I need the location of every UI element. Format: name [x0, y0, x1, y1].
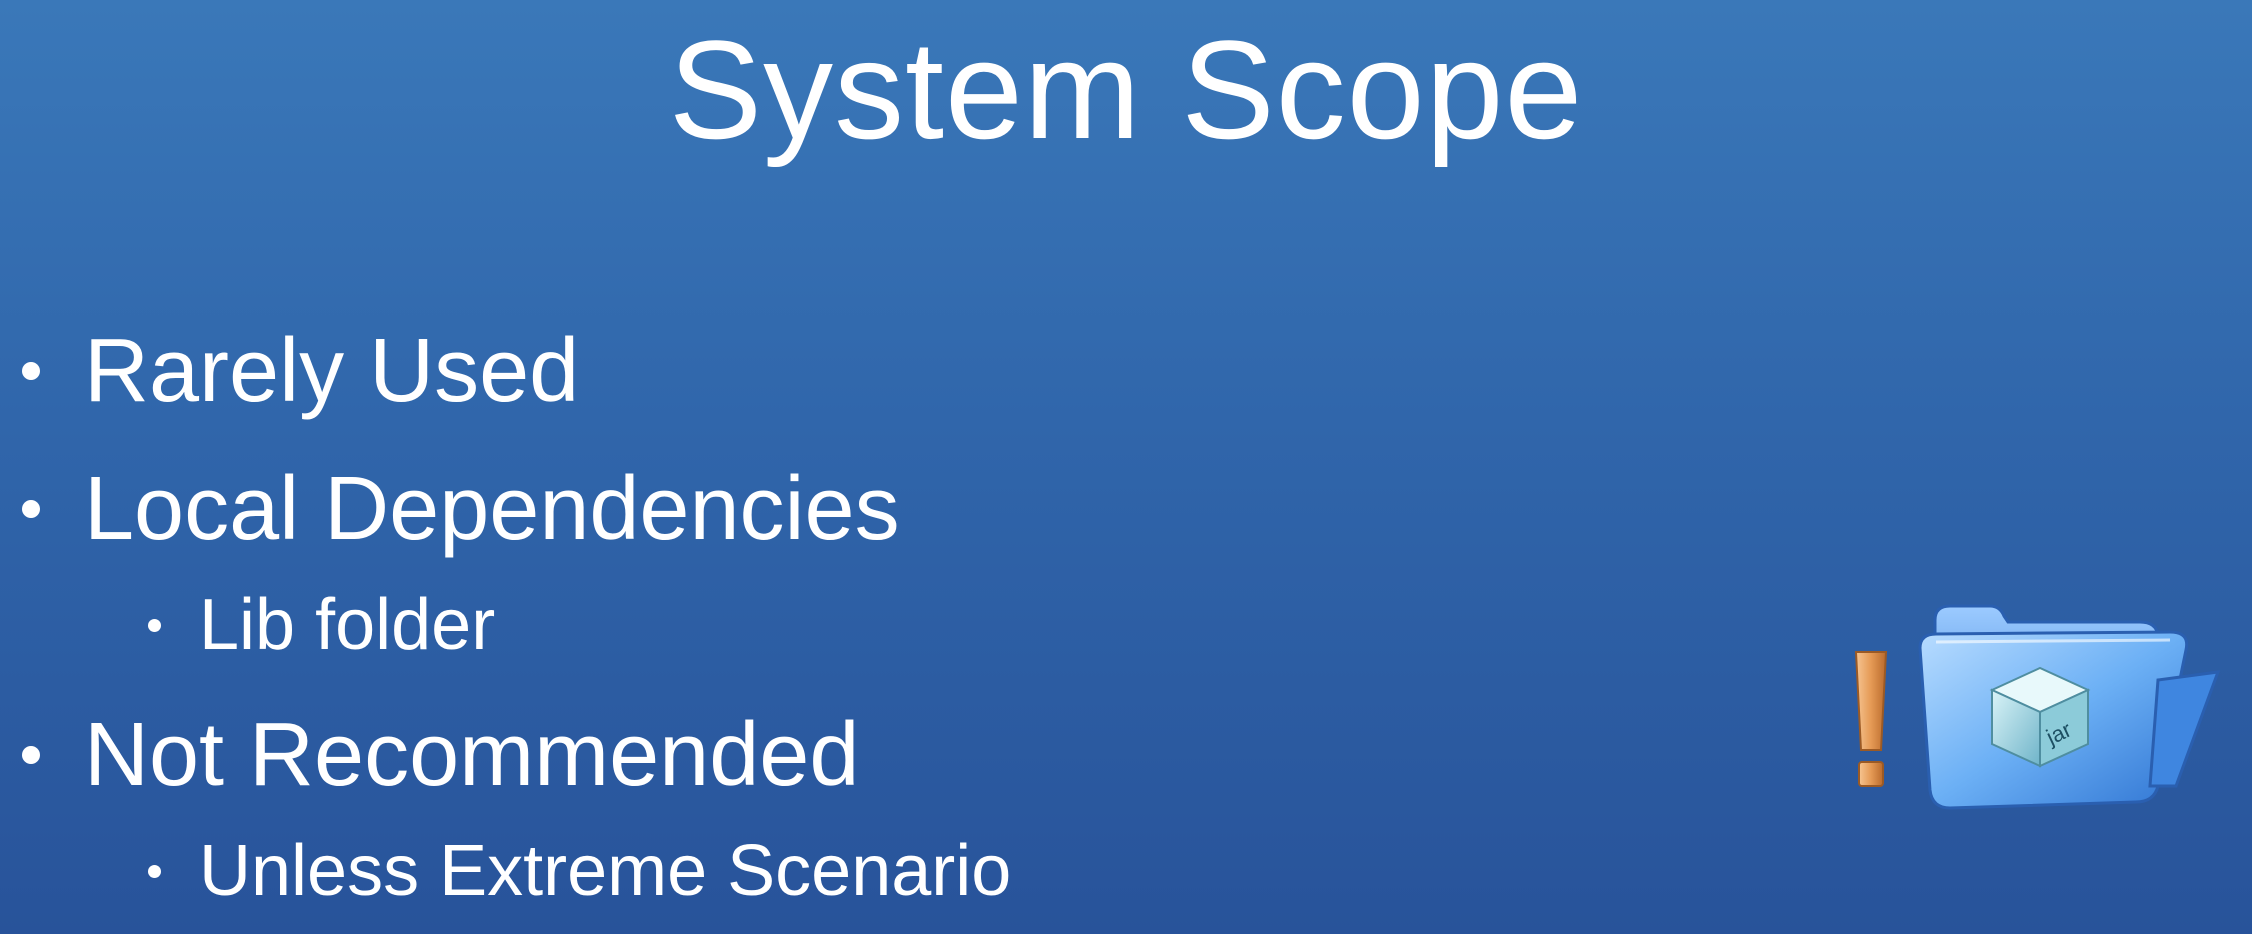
- bullet-dot-icon: [22, 500, 40, 518]
- sub-bullet-text: Unless Extreme Scenario: [199, 831, 1012, 911]
- exclamation-icon: [1854, 651, 1888, 787]
- bullet-dot-icon: [148, 864, 161, 878]
- sub-bullet-item: Lib folder: [148, 580, 495, 670]
- box-icon: jar: [1989, 666, 2091, 768]
- bullet-text: Local Dependencies: [84, 459, 900, 559]
- bullet-dot-icon: [22, 746, 40, 764]
- bullet-item: Rarely Used: [22, 316, 579, 426]
- bullet-dot-icon: [148, 618, 161, 632]
- jar-folder-illustration: jar: [1854, 604, 2221, 810]
- bullet-dot-icon: [22, 362, 40, 380]
- sub-bullet-text: Lib folder: [199, 585, 496, 665]
- bullet-text: Rarely Used: [84, 321, 580, 421]
- bullet-text: Not Recommended: [84, 705, 860, 805]
- slide: System Scope Rarely Used Local Dependenc…: [0, 0, 2252, 934]
- bullet-list: Rarely Used Local Dependencies Lib folde…: [0, 0, 1700, 934]
- bullet-item: Local Dependencies: [22, 454, 900, 564]
- bullet-item: Not Recommended: [22, 700, 859, 810]
- sub-bullet-item: Unless Extreme Scenario: [148, 826, 1011, 916]
